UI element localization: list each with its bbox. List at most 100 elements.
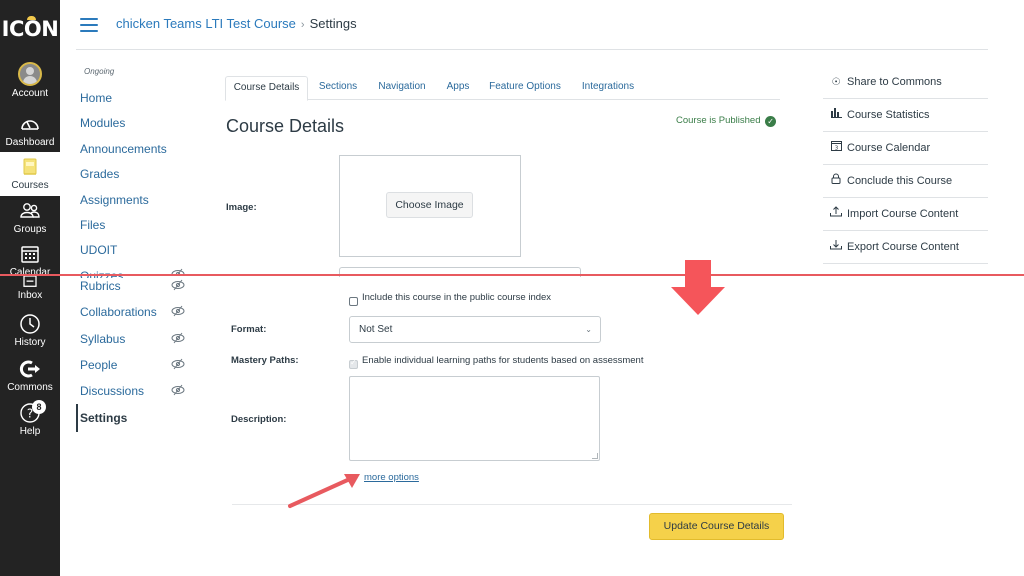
public-index-label: Include this course in the public course… — [362, 292, 552, 303]
annotation-cut-line — [0, 274, 1024, 276]
tab-navigation[interactable]: Navigation — [372, 76, 432, 100]
eye-slash-icon — [171, 332, 185, 347]
export-course-content-link[interactable]: Export Course Content — [823, 231, 988, 264]
course-nav-item-modules[interactable]: Modules — [80, 116, 125, 130]
course-nav-item-settings[interactable]: Settings — [80, 411, 127, 425]
tab-apps[interactable]: Apps — [441, 76, 475, 100]
eye-slash-icon — [171, 305, 185, 320]
dashboard-gauge-icon — [21, 120, 39, 130]
global-nav-account[interactable]: Account — [0, 62, 60, 99]
import-course-content-link[interactable]: Import Course Content — [823, 198, 988, 231]
hamburger-menu-button[interactable] — [80, 18, 98, 32]
header-divider — [76, 49, 988, 50]
share-to-commons-link[interactable]: ☉ Share to Commons — [823, 66, 988, 99]
course-calendar-link[interactable]: 3 Course Calendar — [823, 132, 988, 165]
global-nav-label: Dashboard — [5, 137, 55, 148]
tab-course-details[interactable]: Course Details — [225, 76, 308, 101]
description-label: Description: — [231, 414, 287, 425]
course-nav-item-announcements[interactable]: Announcements — [80, 142, 167, 156]
groups-icon — [20, 203, 40, 218]
mastery-paths-text: Enable individual learning paths for stu… — [362, 355, 644, 366]
course-nav-item-rubrics[interactable]: Rubrics — [80, 279, 121, 293]
right-sidebar-label: Course Calendar — [847, 142, 931, 154]
download-icon — [829, 231, 843, 264]
tab-sections[interactable]: Sections — [313, 76, 363, 100]
inbox-icon — [23, 276, 37, 287]
image-label: Image: — [226, 202, 257, 213]
global-nav-commons[interactable]: Commons — [0, 358, 60, 393]
check-circle-icon: ✓ — [765, 116, 777, 127]
conclude-course-link[interactable]: Conclude this Course — [823, 165, 988, 198]
course-nav-item-files[interactable]: Files — [80, 218, 105, 232]
format-select[interactable]: Not Set ⌄ — [349, 316, 601, 343]
mastery-paths-checkbox[interactable] — [349, 358, 358, 369]
global-nav-courses[interactable]: Courses — [0, 152, 60, 196]
calendar-icon — [21, 246, 39, 263]
annotation-down-arrow-icon — [671, 260, 725, 315]
tab-feature-options[interactable]: Feature Options — [484, 76, 566, 100]
global-nav-label: Account — [11, 88, 49, 99]
global-nav-inbox[interactable]: Inbox — [0, 276, 60, 301]
update-course-details-button[interactable]: Update Course Details — [649, 513, 784, 540]
course-nav-item-people[interactable]: People — [80, 358, 117, 372]
publish-status: Course is Published ✓ — [676, 115, 777, 127]
right-sidebar-label: Course Statistics — [847, 109, 930, 121]
global-nav-groups[interactable]: Groups — [0, 200, 60, 235]
right-sidebar-label: Share to Commons — [847, 76, 942, 88]
course-nav-active-indicator — [76, 404, 78, 432]
commons-share-icon: ☉ — [831, 77, 841, 88]
avatar-icon — [18, 62, 42, 86]
page-title: Course Details — [226, 116, 345, 136]
global-nav-label: Groups — [13, 224, 47, 235]
course-nav-item-home[interactable]: Home — [80, 91, 112, 105]
breadcrumb: chicken Teams LTI Test Course › Settings — [116, 16, 357, 31]
breadcrumb-current: Settings — [309, 16, 357, 31]
public-index-checkbox[interactable] — [349, 297, 358, 306]
global-nav-history[interactable]: History — [0, 313, 60, 348]
course-nav-item-assignments[interactable]: Assignments — [80, 193, 149, 207]
clock-icon — [20, 314, 40, 334]
chevron-down-icon: ⌄ — [585, 325, 592, 334]
course-term: Ongoing — [84, 67, 115, 76]
global-nav-help[interactable]: ? 8 Help — [0, 400, 60, 437]
course-nav-item-udoit[interactable]: UDOIT — [80, 243, 117, 257]
choose-image-button[interactable]: Choose Image — [386, 192, 473, 218]
breadcrumb-separator: › — [300, 19, 305, 31]
global-nav-label: History — [14, 337, 46, 348]
publish-status-text: Course is Published — [676, 115, 761, 126]
global-nav-calendar[interactable]: Calendar — [0, 243, 60, 278]
annotation-pointer-arrow-icon — [288, 474, 360, 508]
resize-handle[interactable] — [592, 453, 598, 459]
course-statistics-link[interactable]: Course Statistics — [823, 99, 988, 132]
eye-slash-icon — [171, 384, 185, 399]
upload-icon — [829, 198, 843, 231]
mastery-paths-label: Mastery Paths: — [231, 355, 299, 366]
breadcrumb-course-link[interactable]: chicken Teams LTI Test Course — [116, 16, 296, 31]
right-sidebar-label: Export Course Content — [847, 241, 959, 253]
commons-icon — [19, 360, 40, 378]
global-nav: ICON Account Dashboard Courses Groups Ca… — [0, 0, 60, 576]
course-nav-item-discussions[interactable]: Discussions — [80, 384, 144, 398]
eye-slash-icon — [171, 358, 185, 373]
tab-integrations[interactable]: Integrations — [576, 76, 640, 100]
calendar-icon: 3 — [829, 132, 843, 165]
global-nav-label: Courses — [11, 180, 49, 191]
right-sidebar-label: Import Course Content — [847, 208, 959, 220]
settings-tabs: Course Details Sections Navigation Apps … — [225, 76, 780, 101]
right-sidebar-label: Conclude this Course — [847, 175, 953, 187]
course-nav-item-collaborations[interactable]: Collaborations — [80, 305, 157, 319]
svg-text:3: 3 — [834, 146, 838, 152]
courses-book-icon — [23, 158, 37, 175]
format-select-value: Not Set — [359, 324, 393, 335]
bar-chart-icon — [829, 99, 843, 132]
course-nav-item-grades[interactable]: Grades — [80, 167, 119, 181]
global-nav-label: Commons — [7, 382, 53, 393]
description-textarea[interactable] — [349, 376, 600, 461]
more-options-link[interactable]: more options — [364, 472, 419, 483]
icon-logo[interactable]: ICON — [0, 8, 60, 50]
eye-slash-icon — [171, 279, 185, 294]
global-nav-dashboard[interactable]: Dashboard — [0, 113, 60, 148]
help-badge: 8 — [32, 400, 46, 414]
course-nav-item-syllabus[interactable]: Syllabus — [80, 332, 125, 346]
global-nav-label: Help — [19, 426, 41, 437]
